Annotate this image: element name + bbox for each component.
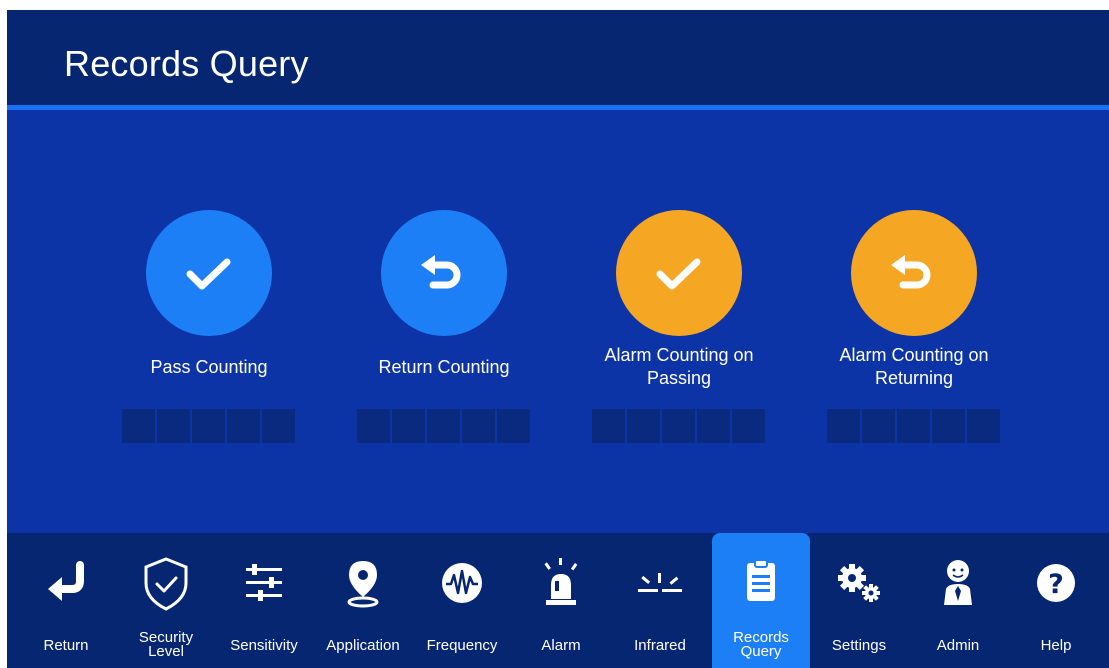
- toolbar-records-query-button[interactable]: Records Query: [712, 533, 810, 668]
- return-counting-display: [357, 409, 531, 443]
- toolbar-admin-label: Admin: [936, 636, 980, 654]
- digit-cell: [392, 409, 425, 443]
- toolbar-return-label: Return: [43, 636, 89, 654]
- toolbar-infrared-label: Infrared: [634, 636, 686, 654]
- alarm-light-icon: [544, 558, 578, 605]
- clipboard-icon: [747, 559, 775, 601]
- toolbar-frequency-label: Frequency: [426, 636, 498, 654]
- toolbar-application-label: Application: [326, 636, 400, 654]
- svg-text:?: ?: [1048, 569, 1064, 600]
- sliders-icon: [246, 564, 282, 601]
- toolbar-records-query-label: Records Query: [733, 629, 789, 660]
- alarm-counting-returning-display: [827, 409, 1001, 443]
- pass-counting-display: [122, 409, 296, 443]
- pass-counting-panel: Pass Counting: [94, 10, 324, 450]
- digit-cell: [497, 409, 530, 443]
- waveform-icon: [442, 563, 482, 603]
- digit-cell: [862, 409, 895, 443]
- pass-counting-button[interactable]: [146, 210, 272, 336]
- digit-cell: [427, 409, 460, 443]
- alarm-counting-returning-button[interactable]: [851, 210, 977, 336]
- toolbar-sensitivity-button[interactable]: Sensitivity: [215, 533, 313, 668]
- toolbar-frequency-button[interactable]: Frequency: [413, 533, 511, 668]
- digit-cell: [897, 409, 930, 443]
- digit-cell: [967, 409, 1000, 443]
- toolbar-help-label: Help: [1040, 636, 1072, 654]
- digit-cell: [122, 409, 155, 443]
- alarm-counting-returning-label: Alarm Counting on Returning: [839, 345, 989, 388]
- toolbar-settings-button[interactable]: Settings: [810, 533, 908, 668]
- digit-cell: [697, 409, 730, 443]
- checkmark-icon: [186, 258, 231, 290]
- digit-cell: [592, 409, 625, 443]
- digit-cell: [627, 409, 660, 443]
- toolbar-security-level-button[interactable]: Security Level: [117, 533, 215, 668]
- infrared-icon: [638, 573, 682, 592]
- toolbar-help-button[interactable]: ? Help: [1007, 533, 1105, 668]
- undo-arrow-icon: [891, 255, 931, 289]
- records-query-screen: Records Query Pass Counting Return Count…: [7, 10, 1109, 668]
- undo-arrow-icon: [421, 255, 461, 289]
- toolbar-admin-button[interactable]: Admin: [909, 533, 1007, 668]
- return-arrow-icon: [48, 561, 84, 601]
- return-counting-button[interactable]: [381, 210, 507, 336]
- location-pin-icon: [347, 561, 379, 608]
- toolbar-sensitivity-label: Sensitivity: [230, 636, 298, 654]
- toolbar-application-button[interactable]: Application: [314, 533, 412, 668]
- bottom-toolbar: Return Security Level Sensitivity Applic…: [7, 533, 1109, 668]
- alarm-counting-returning-panel: Alarm Counting on Returning: [799, 10, 1029, 450]
- alarm-counting-passing-button[interactable]: [616, 210, 742, 336]
- alarm-counting-passing-label: Alarm Counting on Passing: [604, 345, 754, 388]
- digit-cell: [932, 409, 965, 443]
- digit-cell: [732, 409, 765, 443]
- admin-person-icon: [944, 560, 972, 605]
- toolbar-infrared-button[interactable]: Infrared: [611, 533, 709, 668]
- checkmark-icon: [656, 258, 701, 290]
- digit-cell: [357, 409, 390, 443]
- digit-cell: [662, 409, 695, 443]
- return-counting-label: Return Counting: [378, 356, 510, 377]
- toolbar-alarm-label: Alarm: [541, 636, 581, 654]
- toolbar-settings-label: Settings: [831, 636, 887, 654]
- toolbar-alarm-button[interactable]: Alarm: [512, 533, 610, 668]
- help-icon: ?: [1037, 564, 1075, 602]
- digit-cell: [227, 409, 260, 443]
- pass-counting-label: Pass Counting: [150, 356, 268, 377]
- toolbar-security-level-label: Security Level: [138, 629, 194, 660]
- digit-cell: [827, 409, 860, 443]
- alarm-counting-passing-display: [592, 409, 766, 443]
- gears-icon: [838, 564, 880, 602]
- shield-check-icon: [144, 557, 188, 611]
- digit-cell: [262, 409, 295, 443]
- return-counting-panel: Return Counting: [329, 10, 559, 450]
- digit-cell: [157, 409, 190, 443]
- digit-cell: [192, 409, 225, 443]
- digit-cell: [462, 409, 495, 443]
- alarm-counting-passing-panel: Alarm Counting on Passing: [564, 10, 794, 450]
- toolbar-return-button[interactable]: Return: [17, 533, 115, 668]
